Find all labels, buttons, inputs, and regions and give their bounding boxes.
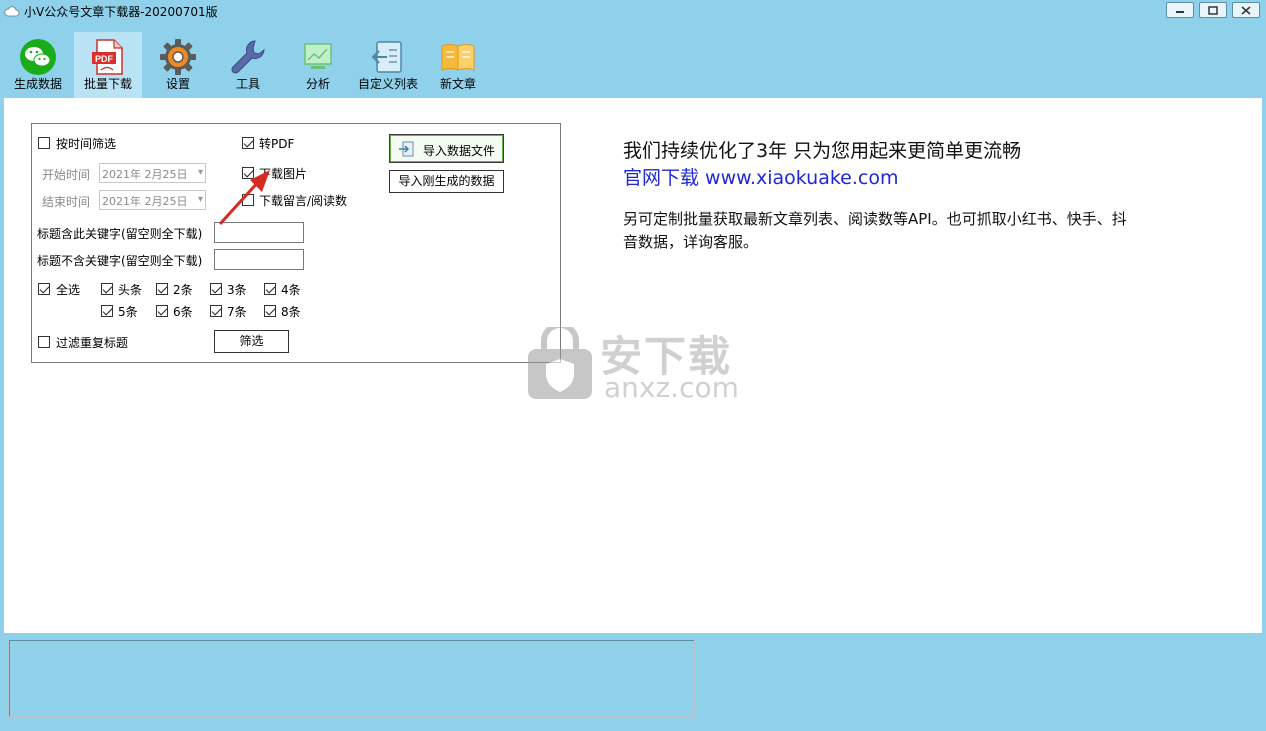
tool-label: 工具 <box>235 77 260 91</box>
main-toolbar: 生成数据 PDF 批量下载 设置 工具 分析 自定义列表 新文章 <box>0 22 1266 98</box>
filter-button[interactable]: 筛选 <box>214 330 289 353</box>
list-import-icon <box>371 41 402 73</box>
tool-label: 新文章 <box>439 77 476 91</box>
end-date-value: 2021年 2月25日 <box>102 195 188 208</box>
status-panel <box>8 639 695 717</box>
select-all-checkbox[interactable] <box>38 283 50 295</box>
wrench-icon <box>231 40 265 74</box>
tool-label: 分析 <box>305 77 330 91</box>
end-time-label: 结束时间 <box>42 195 91 209</box>
import-data-file-label: 导入数据文件 <box>423 144 496 158</box>
tool-label: 自定义列表 <box>357 77 418 91</box>
chart-icon <box>304 43 332 69</box>
exclude-keyword-label: 标题不含关键字(留空则全下载) <box>37 254 203 268</box>
position-label: 3条 <box>227 283 247 297</box>
select-all-label: 全选 <box>56 283 81 297</box>
close-icon <box>1241 5 1251 15</box>
position-2-checkbox[interactable] <box>156 283 168 295</box>
maximize-icon <box>1208 5 1218 15</box>
download-images-checkbox[interactable] <box>242 167 254 179</box>
position-1-checkbox[interactable] <box>101 283 113 295</box>
import-generated-data-button[interactable]: 导入刚生成的数据 <box>389 170 504 193</box>
position-label: 4条 <box>281 283 301 297</box>
tool-generate-data[interactable]: 生成数据 <box>4 32 72 98</box>
official-site-link[interactable]: 官网下载 www.xiaokuake.com <box>623 163 898 190</box>
tool-label: 生成数据 <box>13 77 62 91</box>
time-filter-checkbox[interactable] <box>38 137 50 149</box>
position-3-checkbox[interactable] <box>210 283 222 295</box>
dedupe-label: 过滤重复标题 <box>56 336 129 350</box>
include-keyword-label: 标题含此关键字(留空则全下载) <box>37 227 203 241</box>
promo-headline: 我们持续优化了3年 只为您用起来更简单更流畅 <box>623 140 1022 162</box>
tool-batch-download[interactable]: PDF 批量下载 <box>74 32 142 98</box>
download-comments-checkbox[interactable] <box>242 194 254 206</box>
maximize-button[interactable] <box>1199 2 1227 18</box>
close-button[interactable] <box>1232 2 1260 18</box>
position-7-checkbox[interactable] <box>210 305 222 317</box>
position-label: 7条 <box>227 305 247 319</box>
minimize-button[interactable] <box>1166 2 1194 18</box>
import-file-icon <box>399 141 414 157</box>
to-pdf-checkbox[interactable] <box>242 137 254 149</box>
chevron-down-icon: ▾ <box>197 194 203 205</box>
exclude-keyword-input[interactable] <box>214 249 304 270</box>
position-label: 2条 <box>173 283 193 297</box>
tool-label: 设置 <box>165 77 190 91</box>
end-date-picker[interactable]: 2021年 2月25日 ▾ <box>99 190 206 210</box>
cloud-app-icon <box>4 6 20 17</box>
dedupe-checkbox[interactable] <box>38 336 50 348</box>
start-date-picker[interactable]: 2021年 2月25日 ▾ <box>99 163 206 183</box>
to-pdf-label: 转PDF <box>259 137 295 151</box>
anxz-watermark: 安下载 anxz.com <box>524 323 744 405</box>
start-time-label: 开始时间 <box>42 168 91 182</box>
position-label: 8条 <box>281 305 301 319</box>
title-bar: 小V公众号文章下载器-20200701版 <box>0 0 1266 22</box>
download-options-panel: 按时间筛选 开始时间 2021年 2月25日 ▾ 结束时间 2021年 2月25… <box>31 123 561 363</box>
gear-icon <box>160 39 196 75</box>
position-4-checkbox[interactable] <box>264 283 276 295</box>
start-date-value: 2021年 2月25日 <box>102 168 188 181</box>
position-label: 头条 <box>118 283 143 297</box>
content-area: 按时间筛选 开始时间 2021年 2月25日 ▾ 结束时间 2021年 2月25… <box>4 98 1262 633</box>
tool-tools[interactable]: 工具 <box>214 32 282 98</box>
download-comments-label: 下载留言/阅读数 <box>259 194 348 208</box>
chevron-down-icon: ▾ <box>197 167 203 178</box>
position-6-checkbox[interactable] <box>156 305 168 317</box>
position-5-checkbox[interactable] <box>101 305 113 317</box>
time-filter-label: 按时间筛选 <box>56 137 117 151</box>
promo-description: 另可定制批量获取最新文章列表、阅读数等API。也可抓取小红书、快手、抖音数据，详… <box>623 210 1127 251</box>
position-label: 6条 <box>173 305 193 319</box>
wechat-icon <box>20 39 56 75</box>
tool-analysis[interactable]: 分析 <box>284 32 352 98</box>
tool-custom-list[interactable]: 自定义列表 <box>354 32 422 98</box>
book-icon <box>441 44 475 71</box>
position-label: 5条 <box>118 305 138 319</box>
window-title: 小V公众号文章下载器-20200701版 <box>24 5 218 19</box>
tool-new-articles[interactable]: 新文章 <box>424 32 492 98</box>
download-images-label: 下载图片 <box>259 167 308 181</box>
position-8-checkbox[interactable] <box>264 305 276 317</box>
tool-label: 批量下载 <box>83 77 132 91</box>
minimize-icon <box>1176 11 1184 13</box>
shield-lock-icon <box>528 327 592 399</box>
watermark-domain: anxz.com <box>604 371 739 404</box>
svg-text:PDF: PDF <box>95 54 114 64</box>
tool-settings[interactable]: 设置 <box>144 32 212 98</box>
include-keyword-input[interactable] <box>214 222 304 243</box>
pdf-icon: PDF <box>92 39 123 75</box>
import-data-file-button[interactable]: 导入数据文件 <box>389 134 504 163</box>
